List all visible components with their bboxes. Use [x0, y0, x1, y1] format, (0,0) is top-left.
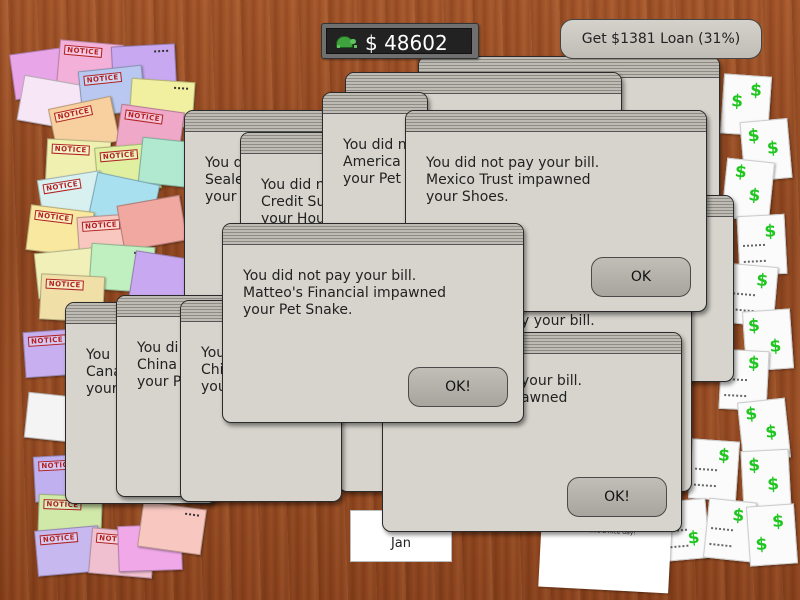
- ok-button[interactable]: OK!: [408, 367, 508, 407]
- dialog-titlebar[interactable]: [346, 73, 621, 94]
- dialog-titlebar[interactable]: [406, 111, 706, 132]
- notice-stamp: NOTICE: [124, 109, 164, 125]
- money-amount: $ 48602: [365, 31, 448, 55]
- notice-stamp: NOTICE: [51, 143, 91, 156]
- ok-button[interactable]: OK!: [567, 477, 667, 517]
- dollar-bill: $ $: [745, 503, 799, 567]
- get-loan-button[interactable]: Get $1381 Loan (31%): [560, 19, 762, 59]
- turtle-icon: [333, 35, 357, 49]
- notice-stamp: NOTICE: [34, 209, 74, 225]
- notice-stamp: NOTICE: [39, 532, 79, 546]
- ok-button[interactable]: OK: [591, 257, 691, 297]
- notice-stamp: NOTICE: [53, 105, 94, 123]
- envelope: [137, 500, 207, 556]
- calendar-month: Jan: [390, 536, 412, 551]
- dialog-message: You did not pay your bill. Mexico Trust …: [426, 155, 600, 205]
- dialog-message: You di China your P: [137, 340, 182, 390]
- dialog-message: y your bill.: [521, 313, 595, 329]
- dialog-message: your bill. awned: [521, 373, 582, 406]
- notice-stamp: NOTICE: [63, 44, 103, 58]
- notice-stamp: NOTICE: [83, 71, 123, 86]
- notice-stamp: NOTICE: [27, 334, 67, 347]
- money-display: $ 48602: [321, 23, 479, 59]
- dialog-titlebar[interactable]: [223, 224, 523, 245]
- dialog-message: You did not pay your bill. Matteo's Fina…: [243, 268, 446, 318]
- notice-stamp: NOTICE: [42, 178, 82, 195]
- notice-stamp: NOTICE: [99, 149, 139, 163]
- dialog-message: You did n Credit Su your Hou: [261, 177, 326, 227]
- envelope: [116, 194, 188, 252]
- dollar-bill: $: [687, 438, 741, 502]
- notice-stamp: NOTICE: [45, 278, 85, 291]
- bill-dialog-front: You did not pay your bill. Matteo's Fina…: [222, 223, 524, 423]
- notice-stamp: NOTICE: [81, 219, 121, 232]
- dialog-message: You did n America your Pet: [343, 137, 407, 187]
